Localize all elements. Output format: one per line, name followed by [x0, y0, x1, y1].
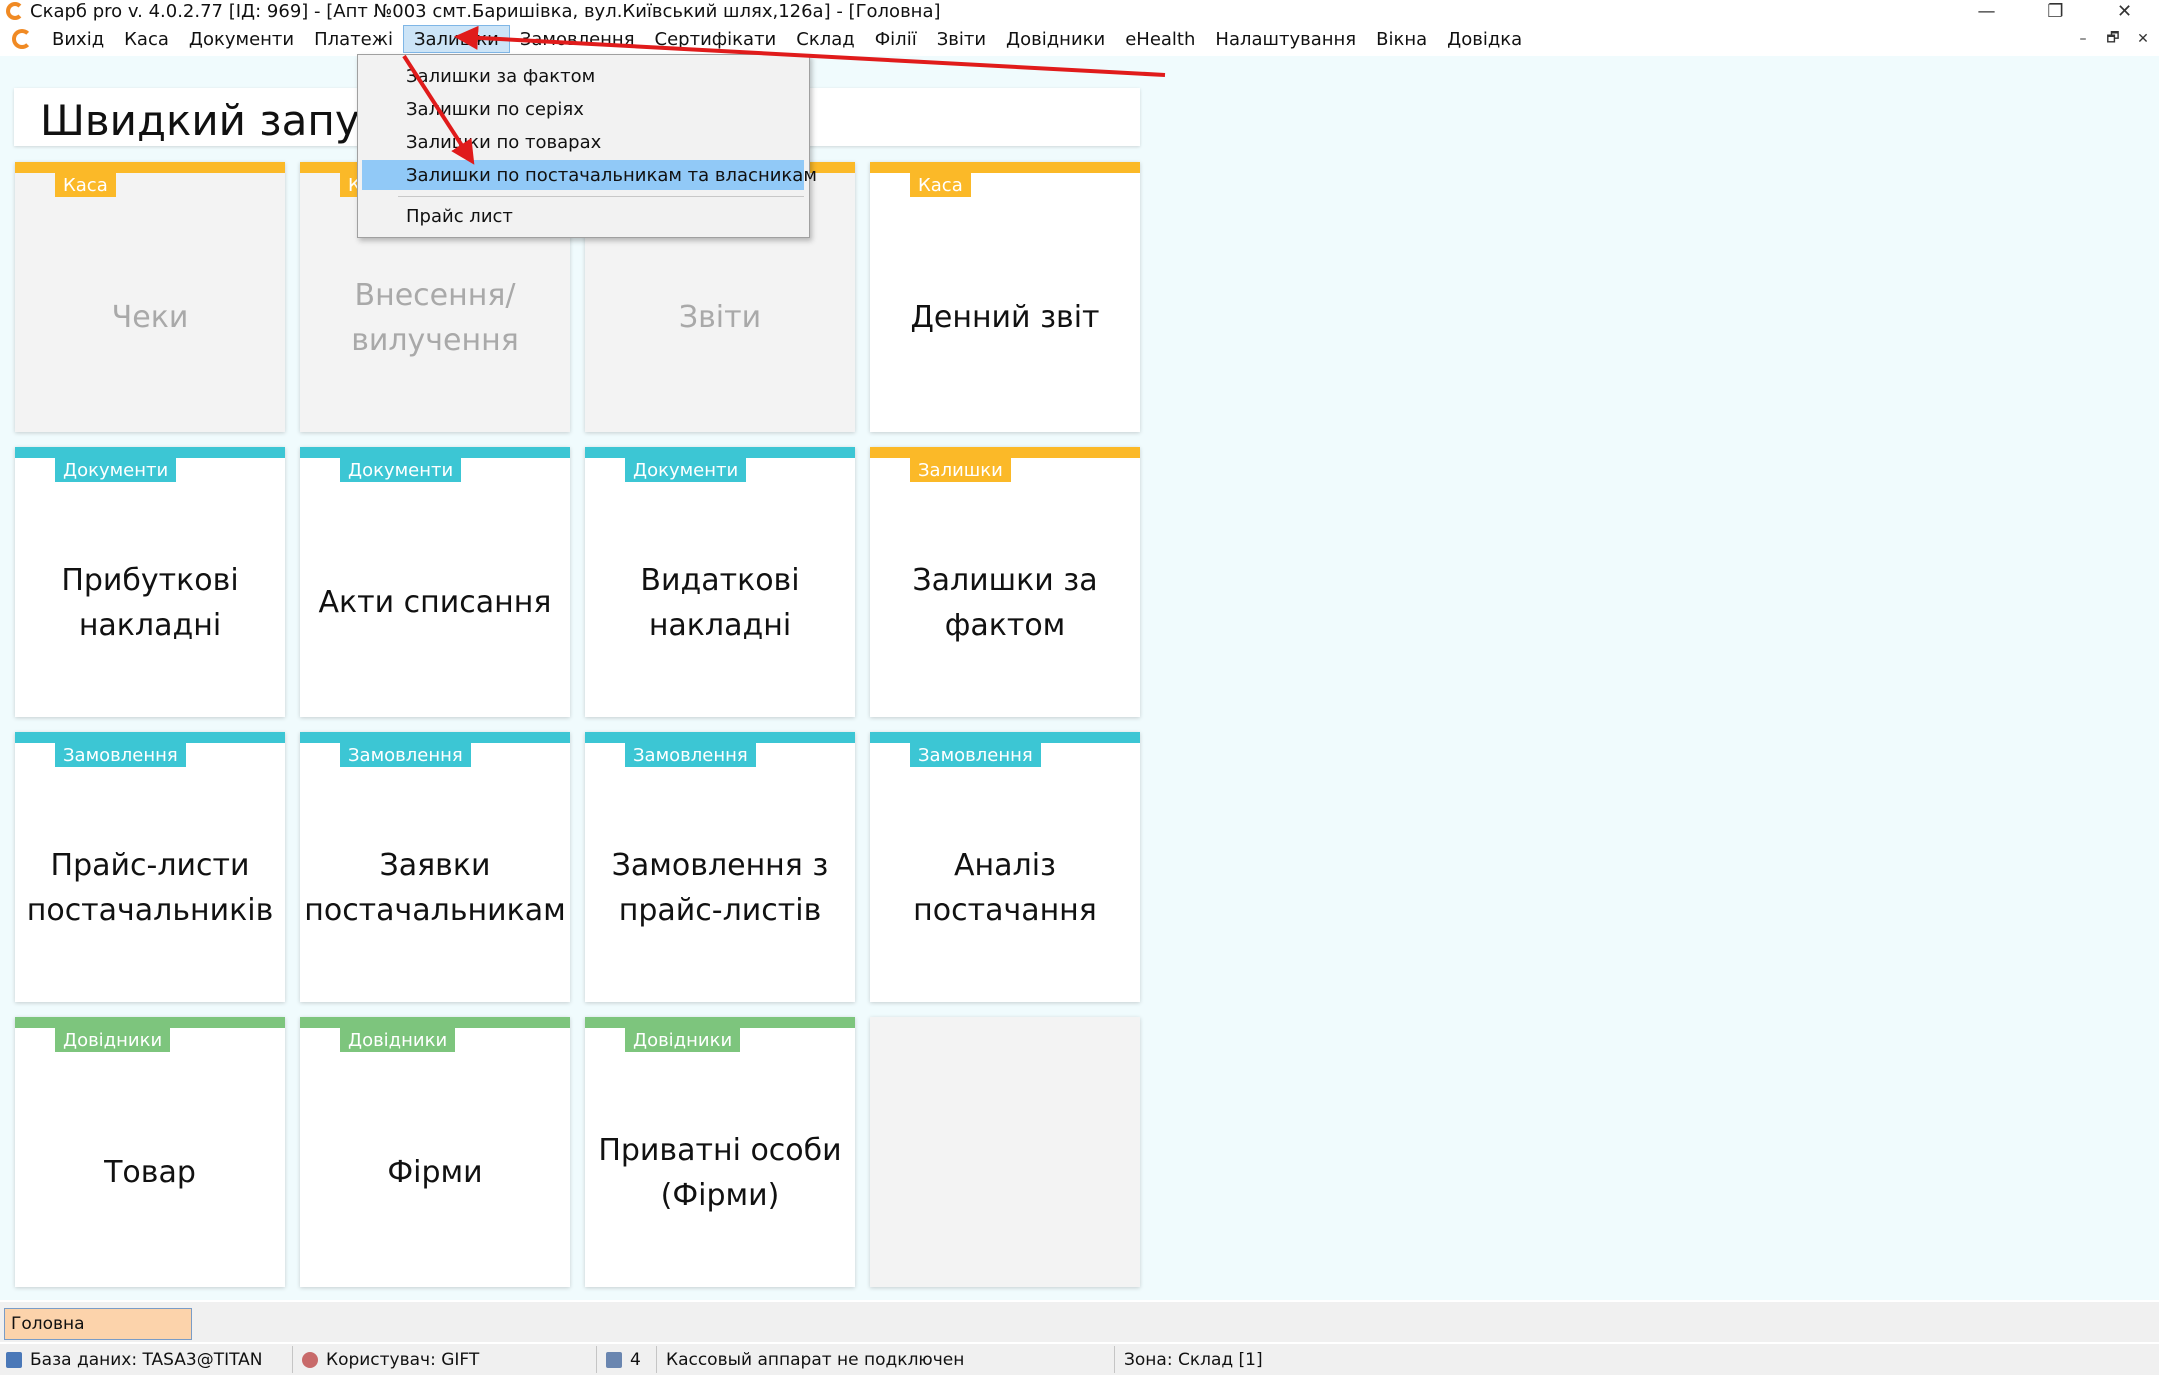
mdi-minimize-button[interactable]: – [2071, 28, 2095, 50]
work-area: Швидкий запуск КасаЧекиКасаВнесення/вилу… [0, 56, 2159, 1300]
menu-bar: Вихід Каса Документи Платежі Залишки Замовлен… [0, 24, 2159, 54]
status-zone: Зона: Склад [1] [1124, 1348, 1263, 1372]
tile-label: Прибуткові накладні [61, 562, 239, 643]
dropdown-item-stock-by-suppliers[interactable]: Залишки по постачальникам та власникам [362, 160, 817, 190]
app-logo-icon [6, 2, 24, 20]
tile-label: Товар [104, 1155, 196, 1190]
tile-12[interactable]: Довідники Товар [15, 1017, 285, 1287]
tile-label: Замовлення з прайс-листів [611, 847, 829, 928]
tile-label: Залишки за фактом [912, 562, 1098, 643]
tile-11[interactable]: Замовлення Аналіз постачання [870, 732, 1140, 1002]
restore-button[interactable]: ❐ [2021, 0, 2090, 22]
tile-3[interactable]: Каса Денний звіт [870, 162, 1140, 432]
status-user-text: Користувач: GIFT [326, 1350, 480, 1370]
tile-14[interactable]: Довідники Приватні особи (Фірми) [585, 1017, 855, 1287]
menu-item-3[interactable]: Платежі [304, 25, 403, 53]
dropdown-item-stock-by-fact[interactable]: Залишки за фактом [362, 61, 804, 91]
tile-8[interactable]: Замовлення Прайс-листи постачальників [15, 732, 285, 1002]
tile-label: Фірми [387, 1155, 483, 1190]
menu-item-9[interactable]: Звіти [927, 25, 996, 53]
tile-label: Аналіз постачання [913, 847, 1097, 928]
dropdown-item-stock-by-series[interactable]: Залишки по серіях [362, 94, 804, 124]
tile-label: Прайс-листи постачальників [26, 847, 274, 928]
menu-item-11[interactable]: eHealth [1115, 25, 1205, 53]
tile-13[interactable]: Довідники Фірми [300, 1017, 570, 1287]
tile-label: Видаткові накладні [640, 562, 800, 643]
menu-item-7[interactable]: Склад [786, 25, 864, 53]
dropdown-separator [398, 196, 804, 197]
user-icon [302, 1352, 318, 1368]
window-controls: — ❐ ✕ [1952, 0, 2159, 22]
menu-item-14[interactable]: Довідка [1437, 25, 1532, 53]
status-device-text: Кассовый аппарат не подключен [666, 1350, 965, 1370]
status-device: Кассовый аппарат не подключен [666, 1348, 964, 1372]
tab-bar: Головна [0, 1302, 2159, 1342]
status-zone-text: Зона: Склад [1] [1124, 1350, 1263, 1370]
menu-item-1[interactable]: Каса [114, 25, 179, 53]
menu-item-0[interactable]: Вихід [42, 25, 114, 53]
menu-item-13[interactable]: Вікна [1366, 25, 1437, 53]
dropdown-item-price-list[interactable]: Прайс лист [362, 201, 804, 231]
cash-register-icon [606, 1352, 622, 1368]
menu-item-12[interactable]: Налаштування [1205, 25, 1366, 53]
close-button[interactable]: ✕ [2090, 0, 2159, 22]
menu-item-2[interactable]: Документи [179, 25, 304, 53]
menu-item-6[interactable]: Сертифікати [645, 25, 787, 53]
status-database: База даних: TASA3@TITAN [6, 1348, 263, 1372]
tile-10[interactable]: Замовлення Замовлення з прайс-листів [585, 732, 855, 1002]
tile-7[interactable]: Залишки Залишки за фактом [870, 447, 1140, 717]
page-title: Швидкий запуск [40, 96, 409, 145]
dropdown-item-stock-by-goods[interactable]: Залишки по товарах [362, 127, 804, 157]
status-bar: База даних: TASA3@TITAN Користувач: GIFT… [0, 1344, 2159, 1375]
database-icon [6, 1352, 22, 1368]
mdi-restore-button[interactable]: 🗗 [2101, 28, 2125, 50]
tab-golovna[interactable]: Головна [4, 1308, 192, 1340]
menu-item-4[interactable]: Залишки [402, 25, 510, 53]
menu-logo-icon [12, 29, 32, 49]
status-user: Користувач: GIFT [302, 1348, 479, 1372]
tile-label: Денний звіт [910, 300, 1100, 335]
tile-label: Заявки постачальникам [304, 847, 566, 928]
tile-label: Чеки [111, 300, 189, 335]
zalyshky-dropdown: Залишки за фактом Залишки по серіях Зали… [357, 54, 817, 238]
tile-4[interactable]: Документи Прибуткові накладні [15, 447, 285, 717]
mdi-controls: – 🗗 ✕ [2071, 28, 2155, 50]
tile-9[interactable]: Замовлення Заявки постачальникам [300, 732, 570, 1002]
mdi-close-button[interactable]: ✕ [2131, 28, 2155, 50]
tile-label: Приватні особи (Фірми) [598, 1132, 842, 1213]
title-bar: Скарб pro v. 4.0.2.77 [ІД: 969] - [Апт №… [0, 0, 2159, 22]
minimize-button[interactable]: — [1952, 0, 2021, 22]
tile-empty [870, 1017, 1140, 1287]
status-count: 4 [606, 1348, 641, 1372]
tile-label: Акти списання [318, 585, 552, 620]
menu-item-8[interactable]: Філії [865, 25, 927, 53]
tile-6[interactable]: Документи Видаткові накладні [585, 447, 855, 717]
status-count-text: 4 [630, 1350, 641, 1370]
menu-items: Вихід Каса Документи Платежі Залишки Замовлен… [42, 25, 1532, 53]
menu-item-10[interactable]: Довідники [996, 25, 1115, 53]
tile-0: Каса Чеки [15, 162, 285, 432]
window-title: Скарб pro v. 4.0.2.77 [ІД: 969] - [Апт №… [30, 0, 941, 22]
menu-item-5[interactable]: Замовлення [510, 25, 645, 53]
status-database-text: База даних: TASA3@TITAN [30, 1350, 263, 1370]
tile-5[interactable]: Документи Акти списання [300, 447, 570, 717]
